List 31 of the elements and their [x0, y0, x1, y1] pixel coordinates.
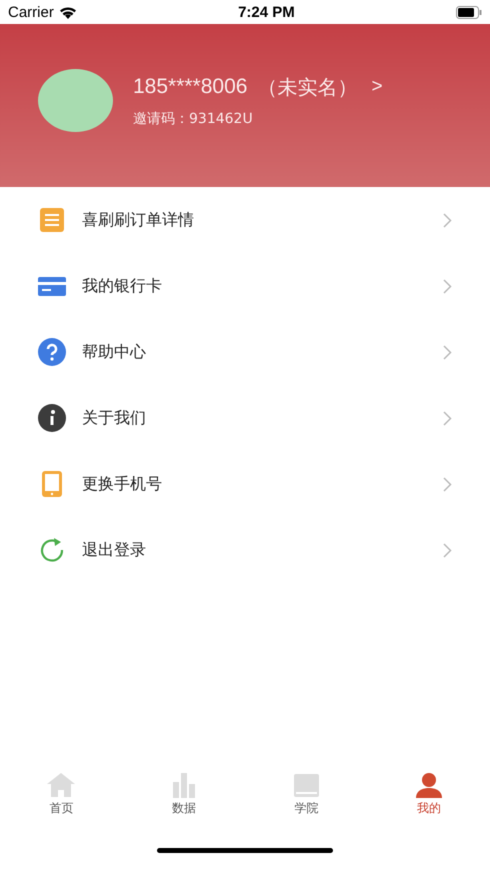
status-time: 7:24 PM — [238, 4, 295, 20]
tab-item[interactable]: 首页 — [21, 772, 102, 816]
menu-item[interactable]: 退出登录 — [0, 517, 490, 583]
refresh-icon — [38, 536, 66, 564]
menu-item[interactable]: 帮助中心 — [0, 319, 490, 385]
tab-item[interactable]: 我的 — [388, 772, 469, 816]
menu-item[interactable]: 喜刷刷订单详情 — [0, 187, 490, 253]
chevron-icon — [443, 344, 452, 360]
carrier-name: Carrier — [8, 4, 54, 20]
tab-item[interactable]: 数据 — [144, 772, 224, 816]
menu-item[interactable]: 关于我们 — [0, 385, 490, 451]
profile-arrow[interactable]: > — [371, 76, 383, 98]
verify-status[interactable]: （未实名） — [257, 74, 358, 100]
person-icon — [414, 772, 444, 798]
chevron-icon — [443, 542, 452, 558]
invite-code: 邀请码：931462U — [133, 110, 254, 128]
tab-item[interactable]: 学院 — [266, 772, 346, 816]
book-icon — [291, 772, 322, 798]
phone-number: 185****8006 — [133, 75, 248, 99]
help-icon — [38, 338, 66, 366]
battery-icon — [456, 6, 482, 18]
chevron-icon — [443, 476, 452, 492]
list-icon — [38, 206, 66, 234]
home-icon — [46, 772, 76, 798]
info-icon — [38, 404, 66, 432]
chevron-icon — [443, 410, 452, 426]
chevron-icon — [443, 278, 452, 294]
wifi-icon — [58, 6, 77, 18]
menu-item[interactable]: 更换手机号 — [0, 451, 490, 517]
chevron-icon — [443, 212, 452, 228]
menu-item[interactable]: 我的银行卡 — [0, 253, 490, 319]
